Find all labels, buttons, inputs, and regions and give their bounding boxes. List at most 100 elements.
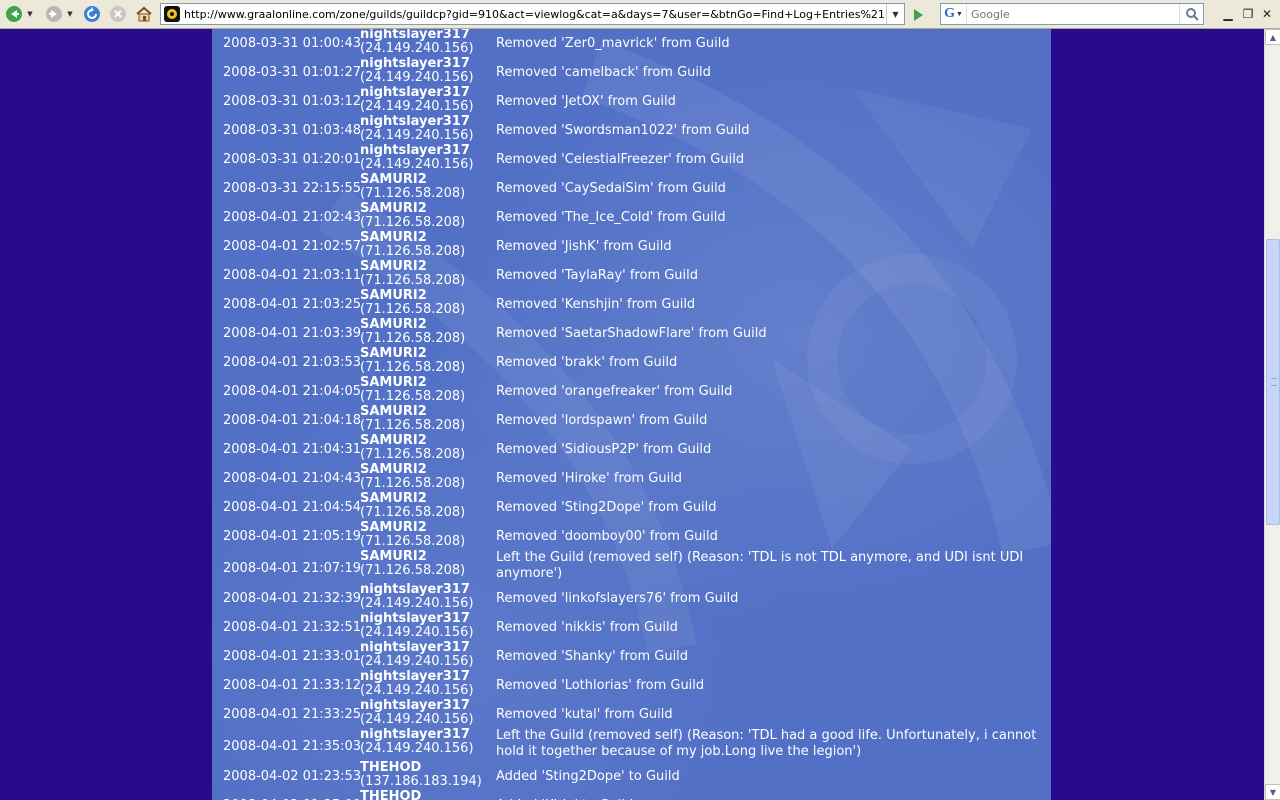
log-user: SAMURI2 (71.126.58.208): [360, 231, 498, 259]
scrollbar-thumb[interactable]: [1266, 239, 1280, 525]
log-action: Removed 'orangefreaker' from Guild: [496, 383, 733, 399]
log-timestamp: 2008-04-01 21:32:51: [223, 620, 362, 635]
log-user-ip: (24.149.240.156): [360, 157, 474, 172]
log-row: 2008-04-02 01:25:09THEHOD Added 'Kirin' t…: [212, 790, 1051, 800]
home-button[interactable]: [133, 3, 155, 25]
log-user-name: SAMURI2: [360, 491, 427, 506]
log-timestamp: 2008-04-01 21:32:39: [223, 591, 362, 606]
log-user: nightslayer317 (24.149.240.156): [360, 144, 498, 172]
log-user: SAMURI2 (71.126.58.208): [360, 173, 498, 201]
log-user-name: THEHOD: [360, 760, 422, 775]
log-row: 2008-04-01 21:33:12 nightslayer317 (24.149…: [212, 670, 1051, 700]
forward-button[interactable]: [43, 3, 65, 25]
log-timestamp: 2008-03-31 01:20:01: [223, 152, 362, 167]
log-row: 2008-03-31 01:03:12 nightslayer317 (24.149…: [212, 86, 1051, 116]
search-input[interactable]: [967, 5, 1179, 23]
search-engine-letter: G: [944, 6, 955, 21]
log-row: 2008-04-01 21:33:01 nightslayer317 (24.149…: [212, 640, 1051, 671]
log-user-ip: (71.126.58.208): [360, 447, 466, 462]
log-timestamp: 2008-04-01 21:02:57: [223, 239, 362, 254]
browser-toolbar: ▼ ▼ http://www.graalonline.com/zone/guil…: [0, 0, 1280, 29]
log-user-name: SAMURI2: [360, 317, 427, 332]
log-row: 2008-03-31 01:03:48 nightslayer317 (24.149…: [212, 115, 1051, 145]
log-user: SAMURI2 (71.126.58.208): [360, 289, 498, 317]
log-row: 2008-03-31 01:00:43 nightslayer317 (24.149…: [212, 29, 1051, 58]
scroll-up-button[interactable]: ▲: [1265, 29, 1280, 45]
log-user: nightslayer317 (24.149.240.156): [360, 583, 498, 611]
log-user: SAMURI2 (71.126.58.208): [360, 492, 498, 520]
log-user: nightslayer317 (24.149.240.156): [360, 699, 498, 727]
close-button[interactable]: ✕: [1259, 6, 1275, 22]
log-user-name: SAMURI2: [360, 520, 427, 535]
restore-button[interactable]: ❐: [1240, 6, 1256, 22]
log-user: nightslayer317 (24.149.240.156): [360, 670, 498, 698]
back-history-dropdown[interactable]: ▼: [25, 10, 35, 18]
minimize-button[interactable]: ▁: [1220, 6, 1236, 22]
scroll-down-button[interactable]: ▼: [1265, 784, 1280, 800]
log-row: 2008-04-01 21:32:39 nightslayer317 (24.149…: [212, 583, 1051, 613]
forward-history-dropdown[interactable]: ▼: [65, 10, 75, 18]
log-action: Removed 'TaylaRay' from Guild: [496, 267, 699, 283]
log-user: nightslayer317 (24.149.240.156): [360, 728, 498, 756]
search-engine-icon[interactable]: G ▼: [941, 4, 967, 24]
log-user-ip: (24.149.240.156): [360, 654, 474, 669]
log-timestamp: 2008-04-01 21:03:25: [223, 297, 362, 312]
log-user: nightslayer317 (24.149.240.156): [360, 115, 498, 143]
log-user-name: SAMURI2: [360, 201, 427, 216]
log-timestamp: 2008-04-01 21:33:01: [223, 649, 362, 664]
log-user: THEHOD (137.186.183.194): [360, 761, 498, 789]
down-arrow-icon: ▼: [1269, 787, 1277, 797]
log-user-name: SAMURI2: [360, 172, 427, 187]
go-button[interactable]: [908, 5, 928, 25]
log-timestamp: 2008-03-31 01:03:48: [223, 123, 362, 138]
log-timestamp: 2008-04-01 21:04:05: [223, 384, 362, 399]
log-user-ip: (71.126.58.208): [360, 302, 466, 317]
search-icon: [1185, 8, 1199, 21]
log-action: Removed 'linkofslayers76' from Guild: [496, 590, 739, 606]
log-user: SAMURI2 (71.126.58.208): [360, 434, 498, 462]
back-button[interactable]: [3, 3, 25, 25]
log-user-name: nightslayer317: [360, 611, 470, 626]
log-user: SAMURI2 (71.126.58.208): [360, 347, 498, 375]
up-arrow-icon: ▲: [1269, 32, 1277, 42]
log-timestamp: 2008-04-02 01:23:53: [223, 769, 362, 784]
page-viewport: 2008-03-31 01:00:43 nightslayer317 (24.149…: [0, 29, 1264, 800]
log-user-name: nightslayer317: [360, 582, 470, 597]
vertical-scrollbar[interactable]: ▲ ▼: [1264, 29, 1280, 800]
log-user: SAMURI2 (71.126.58.208): [360, 202, 498, 230]
log-user-name: nightslayer317: [360, 114, 470, 129]
log-timestamp: 2008-04-01 21:07:19: [223, 560, 362, 576]
search-bar[interactable]: G ▼: [940, 3, 1204, 25]
log-timestamp: 2008-04-01 21:02:43: [223, 210, 362, 225]
log-user-name: SAMURI2: [360, 433, 427, 448]
url-history-dropdown[interactable]: ▼: [886, 4, 904, 24]
log-user-ip: (24.149.240.156): [360, 128, 474, 143]
log-user-ip: (71.126.58.208): [360, 331, 466, 346]
log-action: Removed 'nikkis' from Guild: [496, 619, 678, 635]
log-user-name: nightslayer317: [360, 640, 470, 655]
forward-arrow-icon: [46, 6, 62, 22]
log-user-name: SAMURI2: [360, 230, 427, 245]
log-user: SAMURI2 (71.126.58.208): [360, 463, 498, 491]
log-action: Removed 'Zer0_mavrick' from Guild: [496, 35, 730, 51]
log-action: Removed 'kutal' from Guild: [496, 706, 673, 722]
log-timestamp: 2008-04-01 21:05:19: [223, 529, 362, 544]
log-action: Removed 'The_Ice_Cold' from Guild: [496, 209, 726, 225]
stop-button[interactable]: [107, 3, 129, 25]
log-row: 2008-04-01 21:02:43 SAMURI2 (71.126.58.208…: [212, 202, 1051, 232]
log-timestamp: 2008-04-01 21:04:18: [223, 413, 362, 428]
log-action: Removed 'JishK' from Guild: [496, 238, 672, 254]
log-user-ip: (24.149.240.156): [360, 99, 474, 114]
log-row: 2008-04-01 21:03:53 SAMURI2 (71.126.58.208…: [212, 347, 1051, 377]
reload-button[interactable]: [81, 3, 103, 25]
log-timestamp: 2008-04-01 21:33:25: [223, 707, 362, 722]
search-button[interactable]: [1179, 4, 1203, 24]
log-user-ip: (71.126.58.208): [360, 418, 466, 433]
url-text[interactable]: http://www.graalonline.com/zone/guilds/g…: [184, 8, 886, 21]
log-action: Removed 'SidiousP2P' from Guild: [496, 441, 712, 457]
log-timestamp: 2008-04-01 21:04:43: [223, 471, 362, 486]
address-bar[interactable]: http://www.graalonline.com/zone/guilds/g…: [160, 3, 905, 25]
log-action: Removed 'camelback' from Guild: [496, 64, 711, 80]
log-user-ip: (71.126.58.208): [360, 360, 466, 375]
log-user: THEHOD: [360, 790, 498, 800]
